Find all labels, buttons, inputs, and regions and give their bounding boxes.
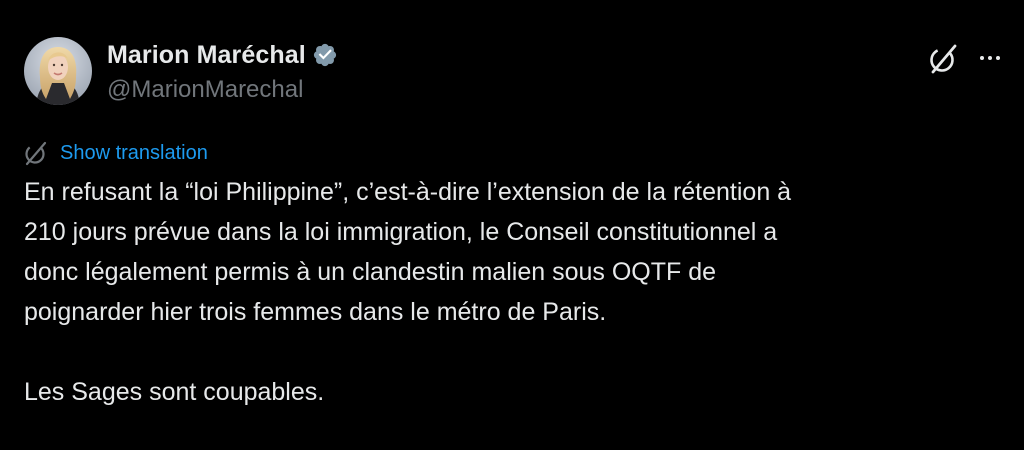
tweet-text: En refusant la “loi Philippine”, c’est-à… bbox=[24, 178, 792, 406]
author-name-row: Marion Maréchal bbox=[107, 39, 338, 71]
more-options-icon[interactable] bbox=[970, 40, 1010, 76]
author-handle[interactable]: @MarionMarechal bbox=[107, 76, 303, 104]
grok-icon[interactable] bbox=[924, 40, 962, 78]
show-translation-button[interactable]: Show translation bbox=[22, 138, 208, 168]
tweet-card: Marion Maréchal @MarionMarechal Show tra… bbox=[0, 0, 1024, 450]
avatar[interactable] bbox=[24, 37, 92, 105]
avatar-image bbox=[24, 37, 92, 105]
translate-icon bbox=[25, 141, 47, 166]
verified-badge-icon[interactable] bbox=[312, 42, 338, 68]
show-translation-label[interactable]: Show translation bbox=[60, 142, 208, 165]
author-name[interactable]: Marion Maréchal bbox=[107, 41, 306, 70]
